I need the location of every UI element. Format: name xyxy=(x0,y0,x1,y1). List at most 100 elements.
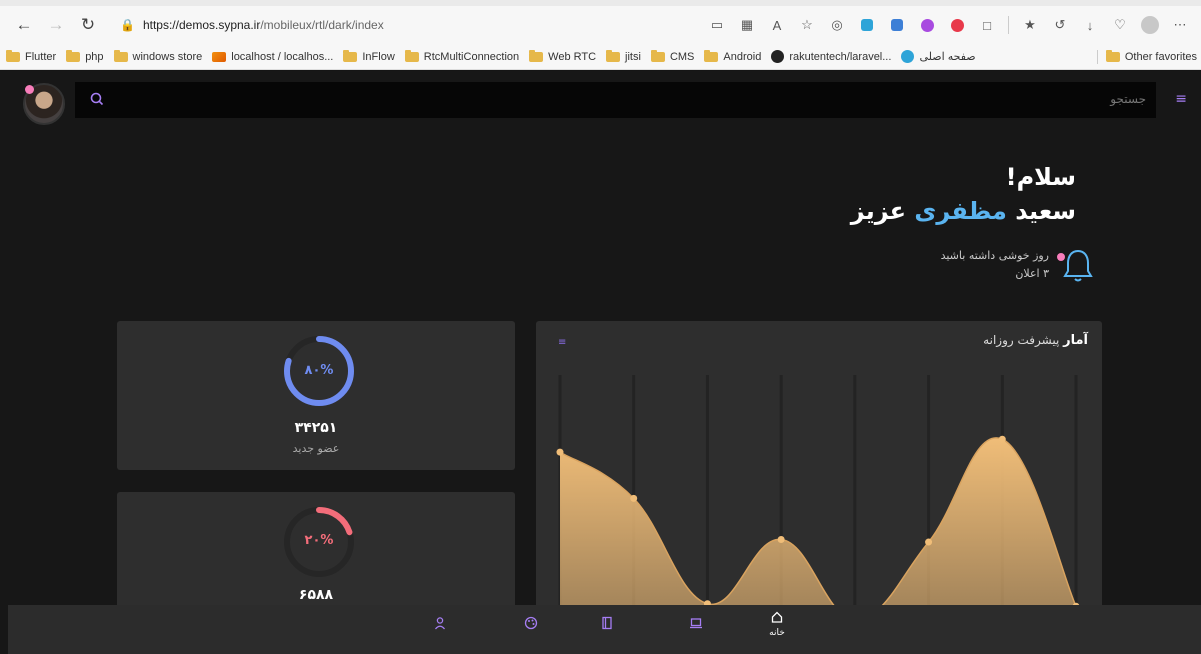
back-icon[interactable]: ← xyxy=(10,11,38,39)
bookmark-label: php xyxy=(85,50,104,63)
data-point[interactable] xyxy=(925,538,933,546)
nav-home-label: خانه xyxy=(769,628,785,638)
folder-icon xyxy=(6,49,20,62)
github-icon xyxy=(771,50,785,63)
browser-essentials-icon[interactable]: ♡ xyxy=(1107,12,1133,38)
bookmark-item[interactable]: RtcMultiConnection xyxy=(404,49,520,63)
menu-icon[interactable]: ≡ xyxy=(1175,91,1187,107)
chart-title-rest: پیشرفت روزانه xyxy=(983,333,1060,347)
favorites-icon[interactable]: ★ xyxy=(1017,12,1043,38)
bottom-nav: خانه xyxy=(8,605,1201,654)
bookmark-label: localhost / localhos... xyxy=(231,50,334,63)
bookmarks-bar: Flutter php windows store localhost / lo… xyxy=(0,44,1201,70)
bookmark-item[interactable]: rakutentech/laravel... xyxy=(771,50,891,63)
bookmark-label: RtcMultiConnection xyxy=(423,50,520,63)
name-highlight: مظفری xyxy=(914,197,1007,225)
bookmark-item[interactable]: CMS xyxy=(650,49,695,63)
book-icon xyxy=(602,616,612,630)
chart-title: آمار پیشرفت روزانه xyxy=(983,333,1088,348)
nav-book[interactable] xyxy=(592,616,622,646)
refresh-icon[interactable]: ↻ xyxy=(74,11,102,39)
bookmark-item[interactable]: صفحه اصلی xyxy=(901,50,976,63)
notification-count: ۳ اعلان xyxy=(1015,267,1049,280)
bookmark-item[interactable]: jitsi xyxy=(606,49,641,63)
nav-profile[interactable] xyxy=(425,616,455,646)
notification-message: روز خوشی داشته باشید xyxy=(940,249,1049,262)
bookmark-item[interactable]: InFlow xyxy=(343,49,395,63)
bookmark-item[interactable]: Web RTC xyxy=(529,49,597,63)
forward-icon[interactable]: → xyxy=(42,11,70,39)
bookmark-label: InFlow xyxy=(362,50,395,63)
browser-toolbar: ← → ↻ 🔒 https://demos.sypna.ir/mobileux/… xyxy=(0,6,1201,44)
laptop-icon xyxy=(690,618,702,629)
extension-color-icon[interactable] xyxy=(914,12,940,38)
search-icon[interactable] xyxy=(89,91,105,107)
extension-blue-icon[interactable] xyxy=(854,12,880,38)
favorite-add-icon[interactable]: ☆ xyxy=(794,12,820,38)
daily-progress-card: آمار پیشرفت روزانه ≡ xyxy=(536,321,1102,632)
user-icon xyxy=(434,617,446,630)
nav-home[interactable]: خانه xyxy=(762,610,792,640)
data-point[interactable] xyxy=(998,435,1006,443)
data-point[interactable] xyxy=(630,494,638,502)
data-point[interactable] xyxy=(556,448,564,456)
bookmark-label: windows store xyxy=(132,50,203,63)
address-bar[interactable]: 🔒 https://demos.sypna.ir/mobileux/rtl/da… xyxy=(120,11,550,39)
edge-icon xyxy=(901,50,915,63)
toolbar-divider xyxy=(1008,16,1009,34)
bookmark-item[interactable]: localhost / localhos... xyxy=(212,51,333,63)
app-page: ≡ جستجو سلام! سعید مظفری عزیز روز خوشی د… xyxy=(0,71,1201,654)
name-first: سعید xyxy=(1015,197,1076,225)
bookmark-label: jitsi xyxy=(625,50,641,63)
folder-icon xyxy=(343,49,358,62)
other-favorites-label: Other favorites xyxy=(1124,51,1197,63)
folder-icon xyxy=(404,49,419,62)
folder-icon xyxy=(650,49,665,62)
bookmark-label: Web RTC xyxy=(548,50,597,63)
notification-summary[interactable]: روز خوشی داشته باشید ۳ اعلان xyxy=(875,243,1095,287)
bookmark-label: CMS xyxy=(669,50,695,63)
grid-icon[interactable]: ▦ xyxy=(734,12,760,38)
chart-title-bold: آمار xyxy=(1063,333,1088,348)
filter-icon[interactable]: ≡ xyxy=(558,337,566,348)
more-icon[interactable]: ⋯ xyxy=(1167,12,1193,38)
name-last: عزیز xyxy=(850,197,907,225)
lock-icon: 🔒 xyxy=(120,18,135,32)
nav-laptop[interactable] xyxy=(681,616,711,646)
nav-palette[interactable] xyxy=(516,616,546,646)
stat-value: ۶۵۸۸ xyxy=(298,587,334,603)
bookmark-label: rakutentech/laravel... xyxy=(789,50,892,63)
folder-icon xyxy=(606,49,621,62)
bookmark-item[interactable]: Flutter xyxy=(6,49,57,63)
history-icon[interactable]: ↺ xyxy=(1047,12,1073,38)
url-host: https://demos.sypna.ir xyxy=(142,18,261,32)
folder-icon xyxy=(704,49,719,62)
bookmark-item[interactable]: Android xyxy=(704,49,762,63)
bookmark-label: Android xyxy=(723,50,762,63)
search-input[interactable]: جستجو xyxy=(75,82,1156,118)
profile-icon[interactable] xyxy=(1137,12,1163,38)
data-point[interactable] xyxy=(777,535,785,543)
read-aloud-icon[interactable]: A xyxy=(764,12,790,38)
bookmarks-divider xyxy=(1096,50,1098,64)
bookmark-label: Flutter xyxy=(25,50,57,63)
extension-camera-icon[interactable] xyxy=(944,12,970,38)
folder-icon xyxy=(529,49,544,62)
folder-icon xyxy=(113,49,128,62)
split-screen-icon[interactable]: □ xyxy=(974,12,1000,38)
folder-icon xyxy=(1105,50,1120,62)
extension-tab-icon[interactable] xyxy=(884,12,910,38)
avatar-status-dot xyxy=(25,85,34,94)
url-path: /mobileux/rtl/dark/index xyxy=(260,18,384,32)
app-available-icon[interactable]: ▭ xyxy=(704,12,730,38)
other-favorites[interactable]: Other favorites xyxy=(1095,44,1197,70)
downloads-icon[interactable]: ↓ xyxy=(1077,12,1103,38)
extension-circle-icon[interactable]: ◎ xyxy=(824,12,850,38)
area-chart xyxy=(556,375,1080,632)
stat-caption: عضو جدید xyxy=(292,442,340,455)
bookmark-item[interactable]: php xyxy=(66,49,104,63)
bookmark-item[interactable]: windows store xyxy=(113,49,203,63)
greeting-title: سلام! xyxy=(1005,163,1076,191)
toolbar-icons: ▭ ▦ A ☆ ◎ □ ★ ↺ ↓ ♡ ⋯ xyxy=(704,6,1193,44)
bell-icon xyxy=(1063,249,1093,282)
